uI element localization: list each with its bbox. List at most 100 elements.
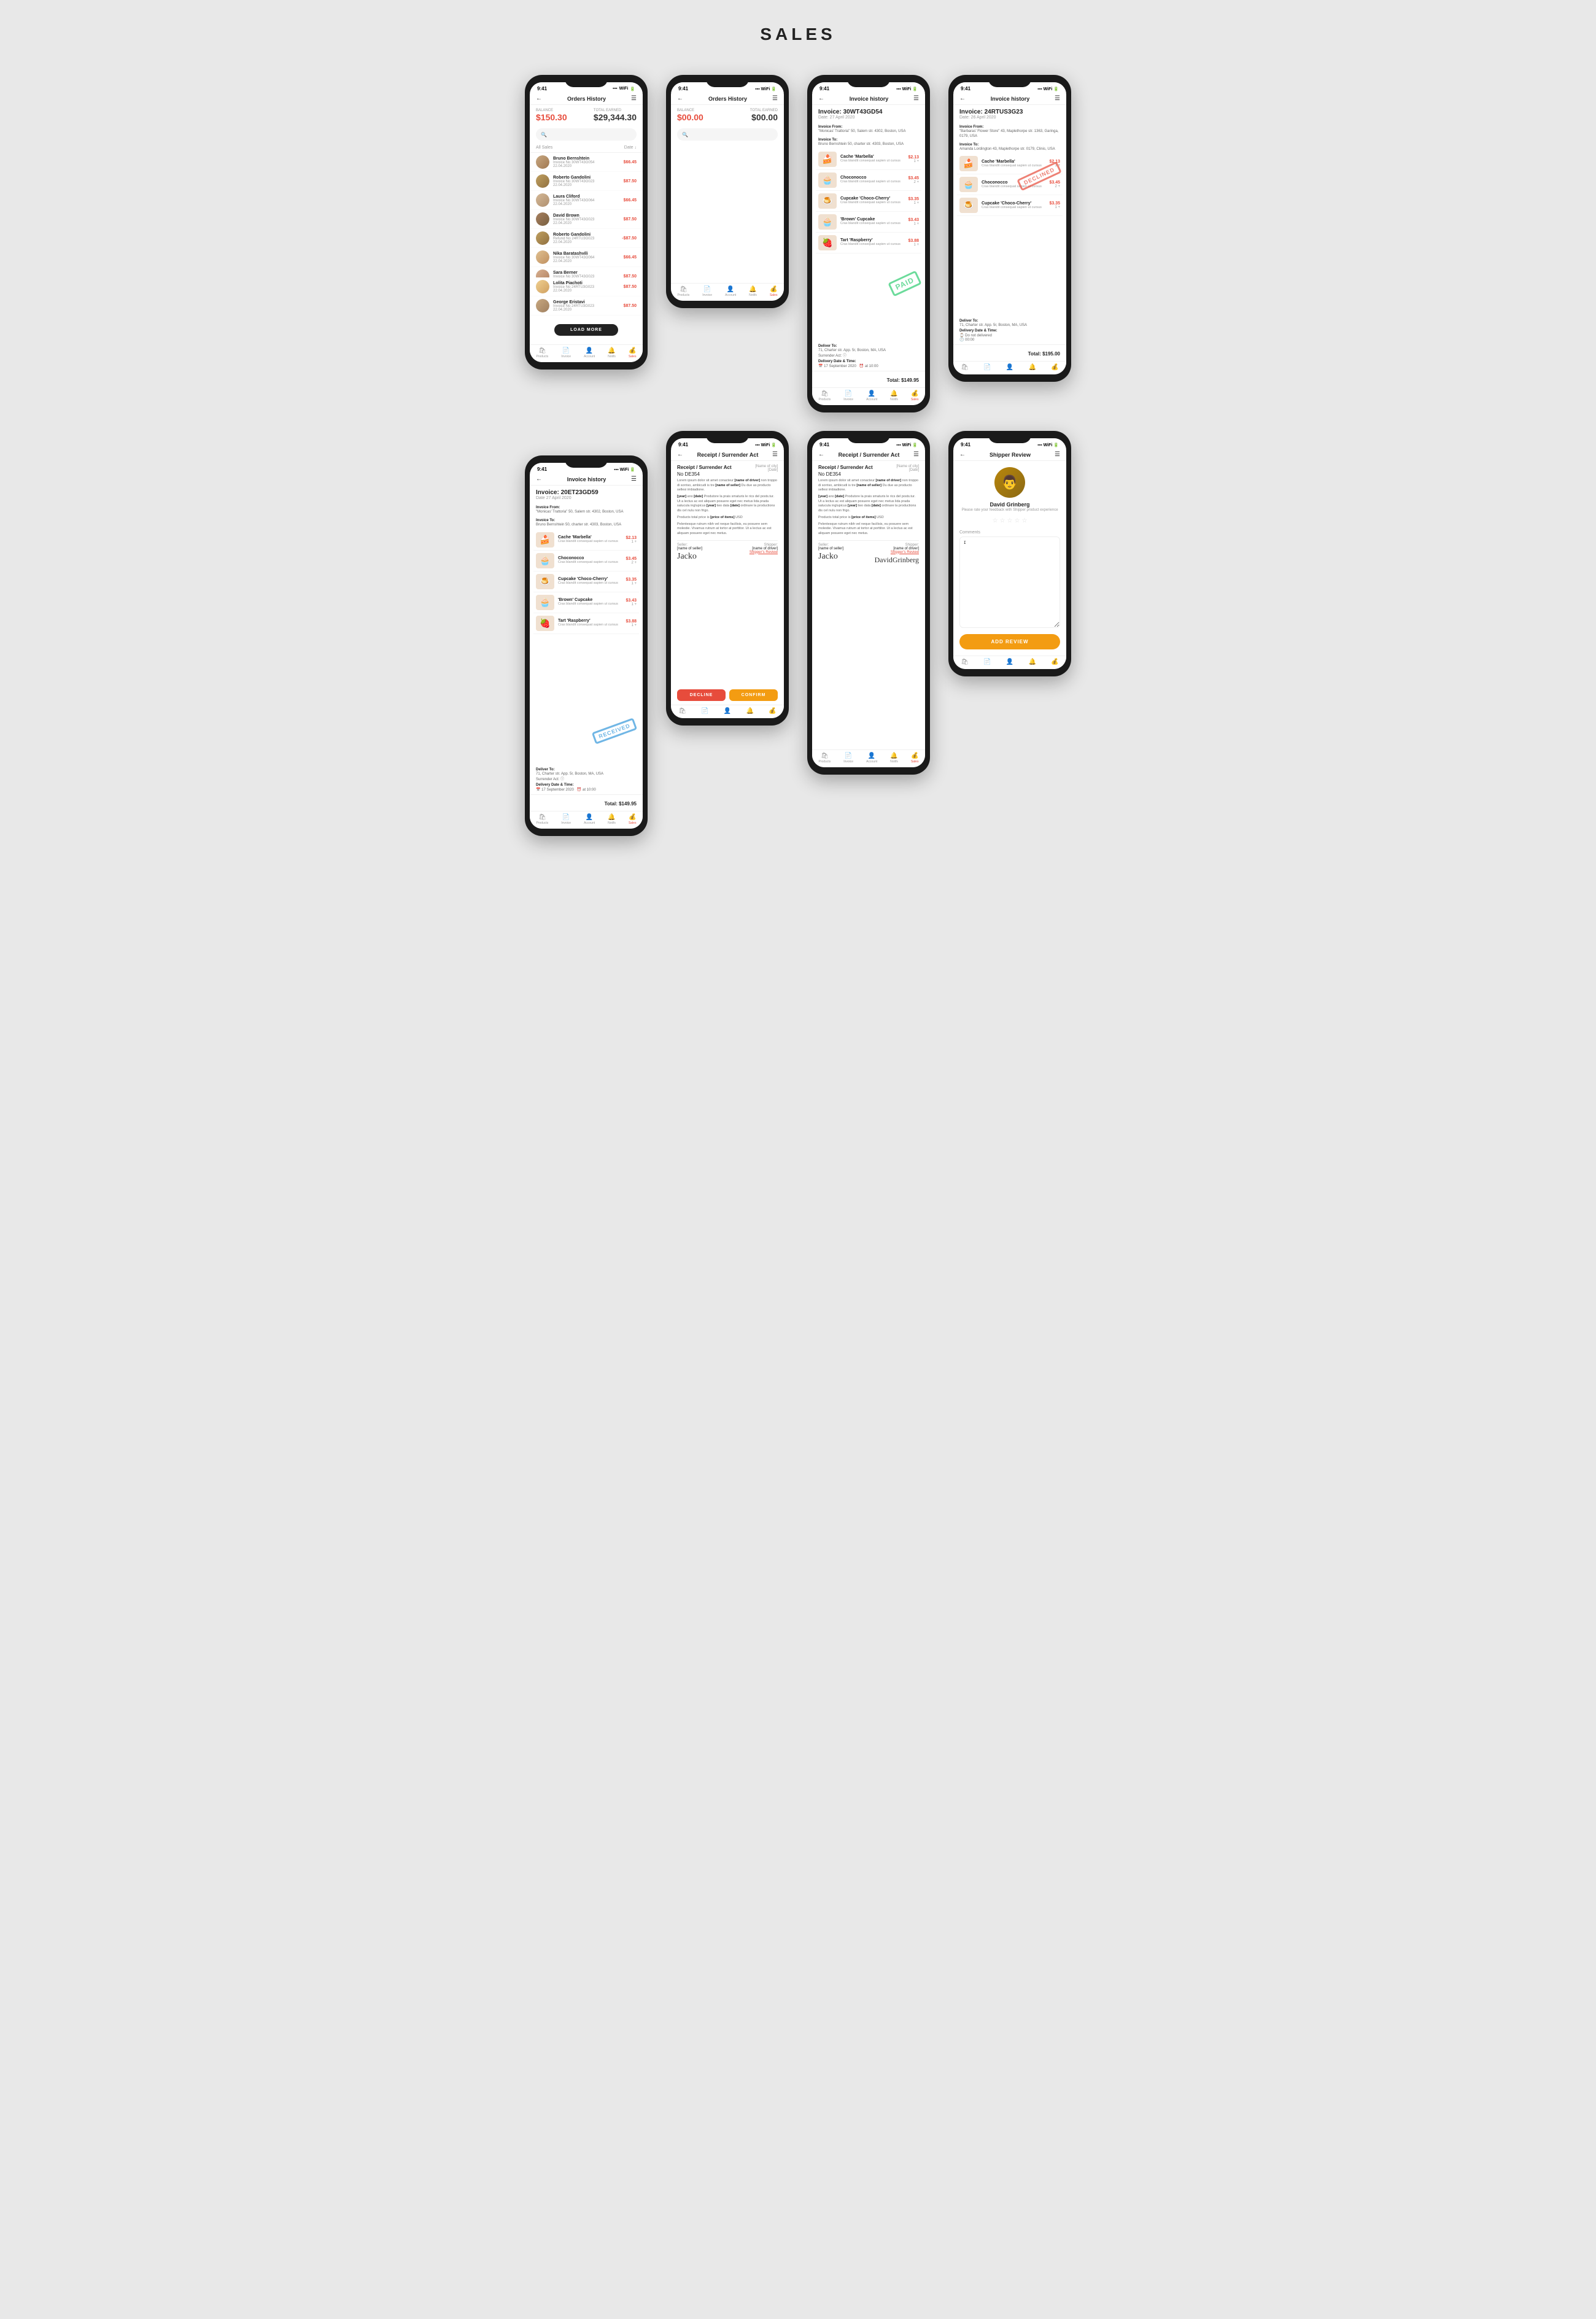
nav-account[interactable]: 👤: [724, 708, 731, 714]
bottom-nav: 🛍Products 📄Invoice 👤Account 🔔Notifs 💰Sal…: [812, 749, 925, 767]
load-more-container: LOAD MORE: [530, 316, 643, 344]
nav-notifications[interactable]: 🔔Notifs: [608, 814, 616, 825]
nav-invoice[interactable]: 📄Invoice: [702, 286, 712, 297]
nav-invoice[interactable]: 📄: [701, 708, 708, 714]
screen-title: Receipt / Surrender Act: [697, 452, 759, 458]
decline-button[interactable]: DECLINE: [677, 689, 726, 701]
delivery-section: Deliver To: 71, Charter str. App. 5r, Bo…: [812, 342, 925, 371]
nav-invoice[interactable]: 📄Invoice: [843, 753, 853, 764]
order-item[interactable]: Roberto Gandolini Refund No 24RTU3G023 2…: [530, 229, 643, 248]
menu-icon[interactable]: ☰: [1055, 95, 1060, 102]
nav-sales[interactable]: 💰Sales: [770, 286, 778, 297]
order-list: Bruno Bernshtein Invoice No 30WT43G054 2…: [530, 153, 643, 277]
star-3[interactable]: ☆: [1007, 517, 1013, 524]
nav-products[interactable]: 🛍Products: [678, 286, 690, 297]
nav-sales[interactable]: 💰Sales: [629, 814, 637, 825]
back-button[interactable]: ←: [677, 95, 683, 102]
nav-products[interactable]: 🛍Products: [819, 753, 831, 764]
comments-input[interactable]: I: [959, 536, 1060, 628]
menu-icon[interactable]: ☰: [913, 95, 919, 102]
star-5[interactable]: ☆: [1021, 517, 1027, 524]
nav-invoice[interactable]: 📄: [983, 364, 991, 371]
nav-invoice[interactable]: 📄Invoice: [561, 814, 571, 825]
menu-icon[interactable]: ☰: [1055, 451, 1060, 458]
nav-notifications[interactable]: 🔔Notifs: [890, 390, 898, 401]
food-image: 🍮: [818, 193, 837, 209]
food-item: 🧁 'Brown' Cupcake Cras blandit consequat…: [533, 592, 639, 613]
back-button[interactable]: ←: [818, 451, 824, 458]
star-rating[interactable]: ☆ ☆ ☆ ☆ ☆: [993, 517, 1028, 524]
back-button[interactable]: ←: [959, 451, 966, 458]
nav-sales[interactable]: 💰Sales: [911, 753, 919, 764]
order-item[interactable]: Sara Berner Invoice No 30WT43G023 22.04.…: [530, 267, 643, 277]
star-1[interactable]: ☆: [993, 517, 998, 524]
bottom-nav: 🛍Products 📄Invoice 👤Account 🔔Notifs 💰Sal…: [812, 387, 925, 405]
nav-account[interactable]: 👤Account: [584, 814, 595, 825]
nav-notifications[interactable]: 🔔Notifs: [890, 753, 898, 764]
order-item[interactable]: Nika Baratashvili Invoice No 30WT43G064 …: [530, 248, 643, 267]
order-item[interactable]: Bruno Bernshtein Invoice No 30WT43G054 2…: [530, 153, 643, 172]
search-bar[interactable]: 🔍: [536, 128, 637, 141]
menu-icon[interactable]: ☰: [631, 95, 637, 102]
screen-title: Receipt / Surrender Act: [839, 452, 900, 458]
col-date: Date ↓: [624, 145, 637, 150]
nav-account[interactable]: 👤: [1006, 659, 1013, 665]
add-review-button[interactable]: ADD REVIEW: [959, 634, 1060, 649]
nav-products[interactable]: 🛍: [678, 708, 686, 714]
earned-amount: $00.00: [750, 112, 778, 122]
phone-frame: 9:41 ▪▪▪ WiFi 🔋 ← Shipper Review ☰ 👨 Dav…: [948, 431, 1071, 676]
nav-account[interactable]: 👤Account: [584, 347, 595, 358]
star-2[interactable]: ☆: [1000, 517, 1005, 524]
order-item[interactable]: George Eristavi Invoice No 24RTU3G023 22…: [530, 296, 643, 316]
back-button[interactable]: ←: [677, 451, 683, 458]
phone-shipper-review: 9:41 ▪▪▪ WiFi 🔋 ← Shipper Review ☰ 👨 Dav…: [948, 431, 1071, 836]
screen-title: Orders History: [567, 96, 606, 102]
nav-sales[interactable]: 💰: [769, 708, 776, 714]
order-item[interactable]: Laura Cliford Invoice No 30WT43G064 22.0…: [530, 191, 643, 210]
back-button[interactable]: ←: [959, 95, 966, 102]
nav-notifications[interactable]: 🔔: [1029, 659, 1036, 665]
nav-products[interactable]: 🛍: [961, 659, 969, 665]
search-bar[interactable]: 🔍: [677, 128, 778, 141]
avatar: [536, 174, 549, 188]
nav-products[interactable]: 🛍Products: [819, 390, 831, 401]
nav-sales[interactable]: 💰: [1051, 659, 1058, 665]
from-address: "Barbaras' Flower Store" 43, Maplethorpe…: [959, 130, 1060, 139]
order-item[interactable]: David Brown Invoice No 30WT43G023 22.04.…: [530, 210, 643, 229]
shipper-review-link[interactable]: Shipper's Review: [875, 551, 919, 554]
food-image: 🧁: [818, 214, 837, 230]
nav-sales[interactable]: 💰: [1051, 364, 1058, 371]
nav-notifications[interactable]: 🔔Notifs: [608, 347, 616, 358]
nav-account[interactable]: 👤Account: [725, 286, 736, 297]
food-item: 🍮 Cupcake 'Choco-Cherry' Cras blandit co…: [533, 571, 639, 592]
shipper-review-link[interactable]: Shipper's Review: [750, 551, 778, 554]
order-item[interactable]: Roberto Gandolini Invoice No 30WT43G023 …: [530, 172, 643, 191]
nav-products[interactable]: 🛍Products: [537, 814, 549, 825]
nav-products[interactable]: 🛍: [961, 364, 969, 371]
menu-icon[interactable]: ☰: [631, 476, 637, 482]
nav-account[interactable]: 👤: [1006, 364, 1013, 371]
menu-icon[interactable]: ☰: [913, 451, 919, 458]
nav-invoice[interactable]: 📄: [983, 659, 991, 665]
phone-frame: 9:41 ▪▪▪ WiFi 🔋 ← Receipt / Surrender Ac…: [807, 431, 930, 775]
confirm-button[interactable]: CONFIRM: [729, 689, 778, 701]
nav-notifications[interactable]: 🔔Notifs: [749, 286, 757, 297]
star-4[interactable]: ☆: [1014, 517, 1020, 524]
menu-icon[interactable]: ☰: [772, 451, 778, 458]
menu-icon[interactable]: ☰: [772, 95, 778, 102]
from-label: Invoice From:: [536, 506, 637, 509]
back-button[interactable]: ←: [536, 95, 542, 102]
order-item[interactable]: Lolita Piachoti Invoice No 24RTU3G023 22…: [530, 277, 643, 296]
back-button[interactable]: ←: [818, 95, 824, 102]
back-button[interactable]: ←: [536, 476, 542, 482]
nav-invoice[interactable]: 📄Invoice: [561, 347, 571, 358]
nav-notifications[interactable]: 🔔: [746, 708, 754, 714]
nav-notifications[interactable]: 🔔: [1029, 364, 1036, 371]
nav-account[interactable]: 👤Account: [866, 753, 877, 764]
nav-sales[interactable]: 💰Sales: [911, 390, 919, 401]
nav-sales[interactable]: 💰Sales: [629, 347, 637, 358]
load-more-button[interactable]: LOAD MORE: [554, 324, 618, 336]
nav-invoice[interactable]: 📄Invoice: [843, 390, 853, 401]
nav-account[interactable]: 👤Account: [866, 390, 877, 401]
nav-products[interactable]: 🛍Products: [537, 347, 549, 358]
